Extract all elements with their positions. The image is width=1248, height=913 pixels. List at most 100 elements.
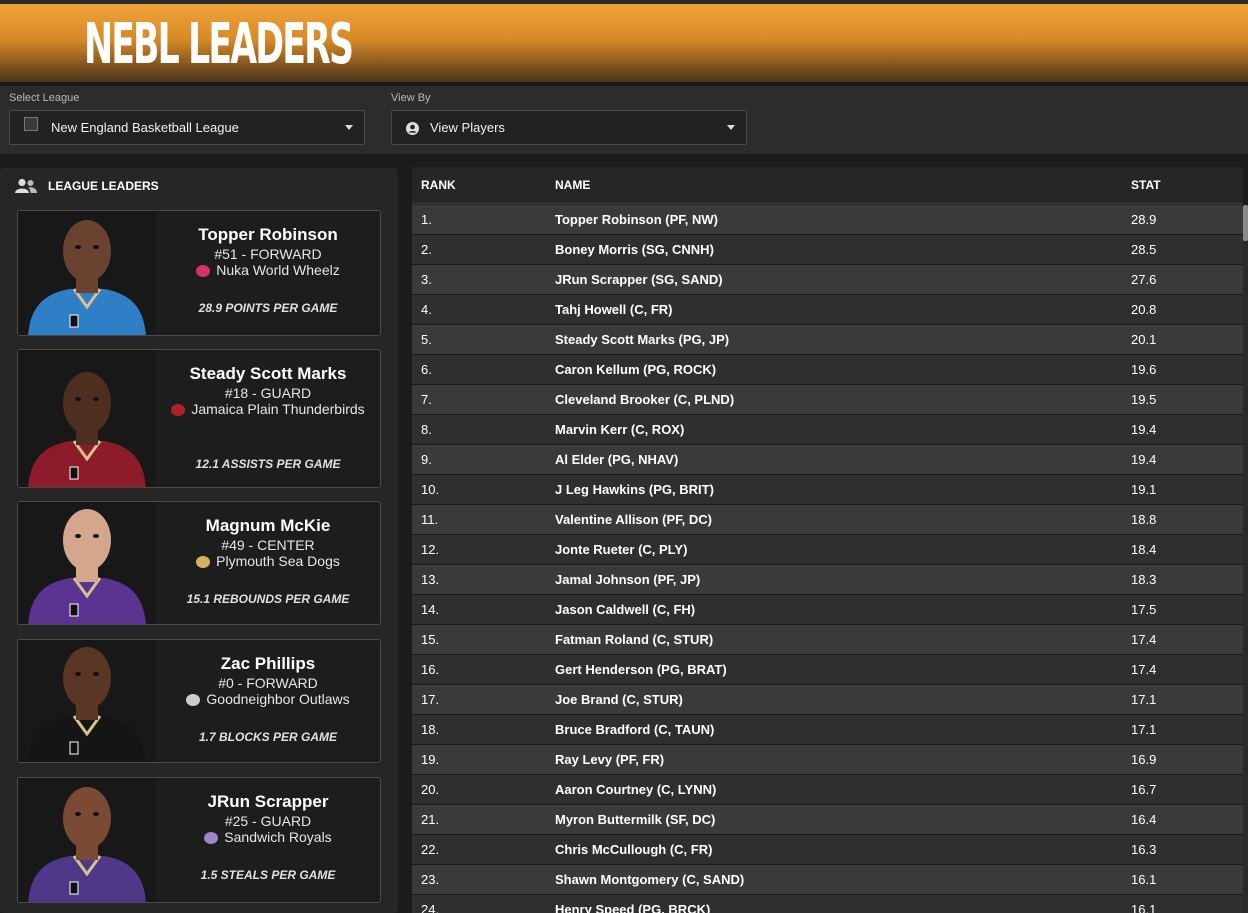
player-name-cell[interactable]: Henry Speed (PG, BRCK) (555, 902, 710, 913)
rank-cell: 22. (421, 842, 440, 857)
table-row[interactable]: 17. Joe Brand (C, STUR) 17.1 (412, 685, 1243, 715)
table-row[interactable]: 15. Fatman Roland (C, STUR) 17.4 (412, 625, 1243, 655)
team-logo-icon (196, 556, 211, 568)
player-name-cell[interactable]: Cleveland Brooker (C, PLND) (555, 392, 734, 407)
table-header: RANK NAME STAT (412, 167, 1243, 204)
player-name-cell[interactable]: Chris McCullough (C, FR) (555, 842, 712, 857)
leader-stat: 15.1 REBOUNDS PER GAME (186, 592, 350, 606)
player-name-cell[interactable]: Boney Morris (SG, CNNH) (555, 242, 714, 257)
player-name-cell[interactable]: Bruce Bradford (C, TAUN) (555, 722, 714, 737)
stat-cell: 19.4 (1131, 452, 1157, 467)
player-name-cell[interactable]: Tahj Howell (C, FR) (555, 302, 672, 317)
leader-card[interactable]: JRun Scrapper #25 - GUARD Sandwich Royal… (17, 777, 381, 903)
player-name-cell[interactable]: Caron Kellum (PG, ROCK) (555, 362, 716, 377)
table-row[interactable]: 14. Jason Caldwell (C, FH) 17.5 (412, 595, 1243, 625)
rank-cell: 4. (421, 302, 432, 317)
player-photo (18, 350, 156, 487)
stat-cell: 16.1 (1131, 902, 1157, 913)
player-name[interactable]: Steady Scott Marks (156, 364, 380, 384)
table-row[interactable]: 9. Al Elder (PG, NHAV) 19.4 (412, 445, 1243, 475)
table-row[interactable]: 5. Steady Scott Marks (PG, JP) 20.1 (412, 325, 1243, 355)
player-info: Topper Robinson #51 - FORWARD Nuka World… (156, 211, 380, 335)
leader-card[interactable]: Magnum McKie #49 - CENTER Plymouth Sea D… (17, 501, 381, 625)
league-logo-icon (24, 117, 38, 131)
league-leaders-panel: LEAGUE LEADERS Topper Robinson #51 - FOR… (0, 168, 398, 913)
table-row[interactable]: 16. Gert Henderson (PG, BRAT) 17.4 (412, 655, 1243, 685)
rank-cell: 11. (421, 512, 439, 527)
league-select[interactable]: New England Basketball League (9, 110, 365, 145)
stat-cell: 17.1 (1131, 692, 1157, 707)
league-leaders-title: LEAGUE LEADERS (48, 179, 159, 193)
table-row[interactable]: 2. Boney Morris (SG, CNNH) 28.5 (412, 235, 1243, 265)
chevron-down-icon (727, 125, 735, 130)
column-header-stat[interactable]: STAT (1131, 178, 1161, 192)
table-row[interactable]: 1. Topper Robinson (PF, NW) 28.9 (412, 205, 1243, 235)
player-name-cell[interactable]: Jamal Johnson (PF, JP) (555, 572, 700, 587)
leader-card[interactable]: Steady Scott Marks #18 - GUARD Jamaica P… (17, 349, 381, 488)
team-logo-icon (186, 694, 201, 706)
player-number-position: #49 - CENTER (221, 537, 315, 553)
stat-cell: 17.4 (1131, 662, 1157, 677)
table-row[interactable]: 23. Shawn Montgomery (C, SAND) 16.1 (412, 865, 1243, 895)
player-name-cell[interactable]: Shawn Montgomery (C, SAND) (555, 872, 744, 887)
table-row[interactable]: 8. Marvin Kerr (C, ROX) 19.4 (412, 415, 1243, 445)
stat-cell: 16.3 (1131, 842, 1157, 857)
column-header-rank[interactable]: RANK (421, 178, 456, 192)
table-row[interactable]: 4. Tahj Howell (C, FR) 20.8 (412, 295, 1243, 325)
player-team: Goodneighbor Outlaws (156, 691, 380, 707)
leader-card[interactable]: Zac Phillips #0 - FORWARD Goodneighbor O… (17, 639, 381, 763)
table-row[interactable]: 21. Myron Buttermilk (SF, DC) 16.4 (412, 805, 1243, 835)
rank-cell: 16. (421, 662, 440, 677)
table-row[interactable]: 13. Jamal Johnson (PF, JP) 18.3 (412, 565, 1243, 595)
table-row[interactable]: 20. Aaron Courtney (C, LYNN) 16.7 (412, 775, 1243, 805)
table-row[interactable]: 3. JRun Scrapper (SG, SAND) 27.6 (412, 265, 1243, 295)
player-name[interactable]: JRun Scrapper (156, 792, 380, 812)
view-select[interactable]: View Players (391, 110, 747, 145)
player-name-cell[interactable]: JRun Scrapper (SG, SAND) (555, 272, 723, 287)
player-name-cell[interactable]: Topper Robinson (PF, NW) (555, 212, 718, 227)
player-name-cell[interactable]: Myron Buttermilk (SF, DC) (555, 812, 715, 827)
league-select-label: Select League (9, 92, 80, 104)
leader-card[interactable]: Topper Robinson #51 - FORWARD Nuka World… (17, 210, 381, 336)
player-name-cell[interactable]: Jason Caldwell (C, FH) (555, 602, 695, 617)
leaders-table: RANK NAME STAT 1. Topper Robinson (PF, N… (412, 167, 1243, 913)
table-scrollbar[interactable] (1243, 205, 1248, 913)
stat-cell: 28.9 (1131, 212, 1157, 227)
player-name-cell[interactable]: Joe Brand (C, STUR) (555, 692, 683, 707)
page-title: NEBL LEADERS (84, 12, 354, 77)
leader-stat: 1.7 BLOCKS PER GAME (198, 730, 338, 744)
users-icon (15, 178, 37, 193)
table-row[interactable]: 12. Jonte Rueter (C, PLY) 18.4 (412, 535, 1243, 565)
player-name-cell[interactable]: Gert Henderson (PG, BRAT) (555, 662, 727, 677)
filter-bar: Select League New England Basketball Lea… (0, 86, 1248, 154)
player-name-cell[interactable]: Ray Levy (PF, FR) (555, 752, 664, 767)
table-row[interactable]: 6. Caron Kellum (PG, ROCK) 19.6 (412, 355, 1243, 385)
player-name[interactable]: Topper Robinson (156, 225, 380, 245)
table-row[interactable]: 19. Ray Levy (PF, FR) 16.9 (412, 745, 1243, 775)
table-row[interactable]: 22. Chris McCullough (C, FR) 16.3 (412, 835, 1243, 865)
table-row[interactable]: 7. Cleveland Brooker (C, PLND) 19.5 (412, 385, 1243, 415)
table-row[interactable]: 18. Bruce Bradford (C, TAUN) 17.1 (412, 715, 1243, 745)
player-name-cell[interactable]: Marvin Kerr (C, ROX) (555, 422, 684, 437)
player-name-cell[interactable]: Aaron Courtney (C, LYNN) (555, 782, 716, 797)
player-name-cell[interactable]: Valentine Allison (PF, DC) (555, 512, 712, 527)
table-row[interactable]: 24. Henry Speed (PG, BRCK) 16.1 (412, 895, 1243, 913)
leader-stat: 1.5 STEALS PER GAME (200, 868, 336, 882)
player-name-cell[interactable]: Fatman Roland (C, STUR) (555, 632, 713, 647)
scrollbar-thumb[interactable] (1243, 205, 1248, 241)
player-name[interactable]: Magnum McKie (156, 516, 380, 536)
stat-cell: 19.1 (1131, 482, 1157, 497)
player-name[interactable]: Zac Phillips (156, 654, 380, 674)
player-number-position: #0 - FORWARD (218, 675, 318, 691)
rank-cell: 12. (421, 542, 440, 557)
player-name-cell[interactable]: J Leg Hawkins (PG, BRIT) (555, 482, 714, 497)
player-info: Magnum McKie #49 - CENTER Plymouth Sea D… (156, 502, 380, 624)
user-circle-icon (406, 122, 419, 138)
table-row[interactable]: 10. J Leg Hawkins (PG, BRIT) 19.1 (412, 475, 1243, 505)
table-row[interactable]: 11. Valentine Allison (PF, DC) 18.8 (412, 505, 1243, 535)
stat-cell: 17.1 (1131, 722, 1157, 737)
column-header-name[interactable]: NAME (555, 178, 590, 192)
player-name-cell[interactable]: Steady Scott Marks (PG, JP) (555, 332, 729, 347)
player-name-cell[interactable]: Al Elder (PG, NHAV) (555, 452, 678, 467)
player-name-cell[interactable]: Jonte Rueter (C, PLY) (555, 542, 687, 557)
